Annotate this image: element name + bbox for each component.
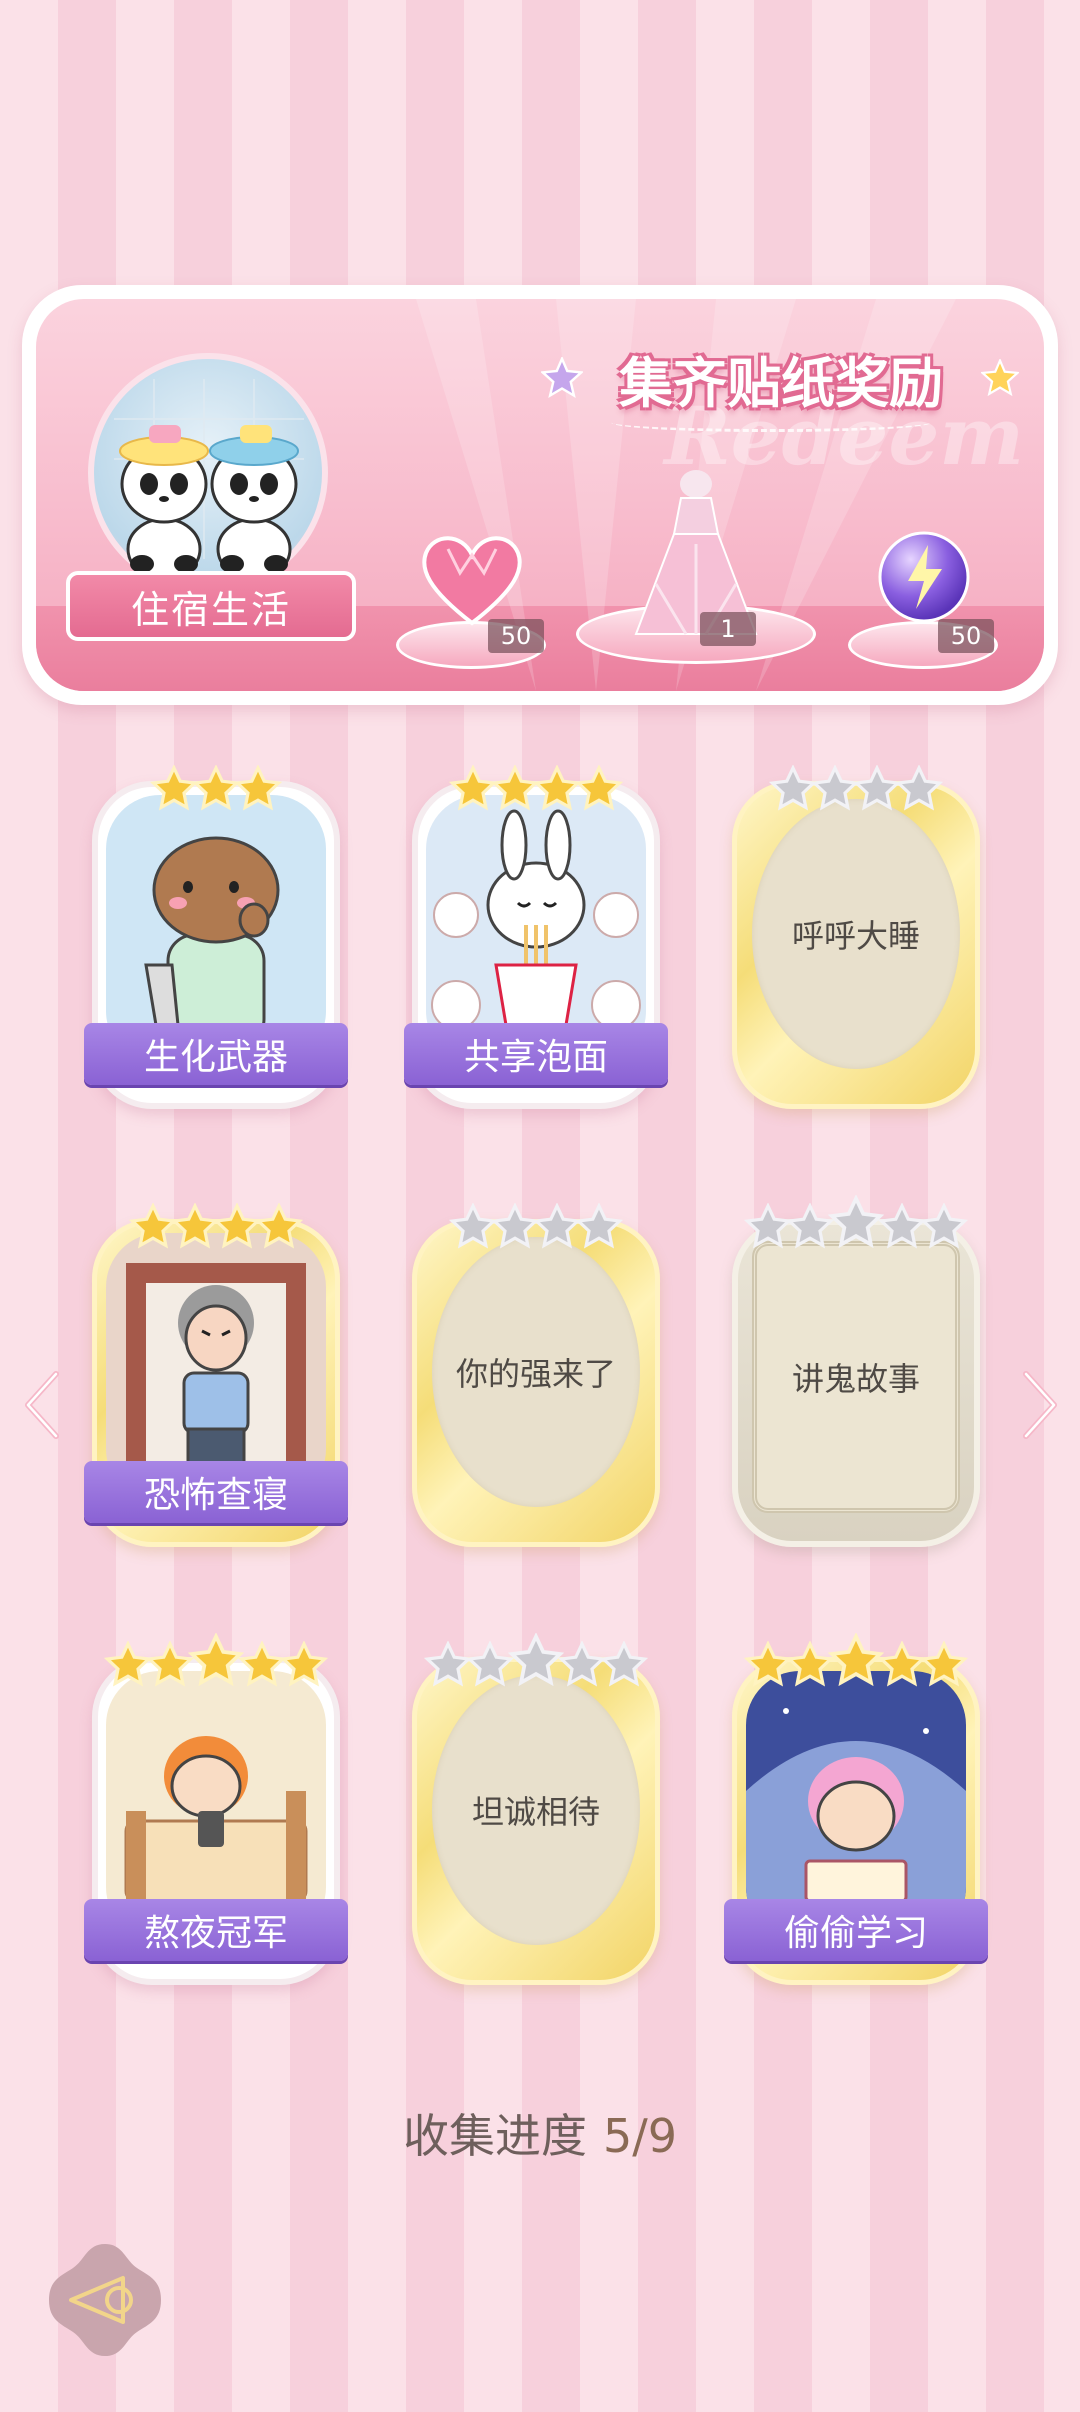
reward-count: 1 [700, 612, 756, 646]
purple-star-icon [541, 357, 583, 399]
star-rating [92, 1187, 340, 1251]
star-rating [732, 749, 980, 813]
back-button-icon[interactable] [45, 2240, 165, 2360]
sticker-name-label: 讲鬼故事 [791, 1360, 920, 1398]
sticker-card[interactable]: 呼呼大睡 [732, 755, 980, 1109]
star-icon [920, 1203, 968, 1249]
locked-sticker-slot: 你的强来了 [432, 1237, 640, 1507]
star-icon [449, 765, 497, 811]
sticker-name-label: 熬夜冠军 [84, 1899, 348, 1961]
star-icon [508, 1633, 564, 1687]
star-icon [744, 1203, 792, 1249]
locked-sticker-slot: 呼呼大睡 [752, 799, 960, 1069]
star-icon [255, 1203, 303, 1249]
star-icon [558, 1641, 606, 1687]
theme-badge: 住宿生活 [66, 353, 356, 643]
reward-item-energy-orb[interactable]: 50 [848, 529, 998, 669]
star-rating [92, 1625, 340, 1689]
star-icon [878, 1641, 926, 1687]
collection-progress: 收集进度 5/9 [0, 2100, 1080, 2166]
star-icon [920, 1641, 968, 1687]
sticker-card[interactable]: 生化武器 [84, 755, 348, 1109]
star-icon [280, 1641, 328, 1687]
sticker-card[interactable]: 恐怖查寝 [84, 1193, 348, 1547]
star-rating [412, 749, 660, 813]
sticker-card[interactable]: 偷偷学习 [724, 1631, 988, 1985]
sticker-card[interactable]: 共享泡面 [404, 755, 668, 1109]
progress-label: 收集进度 [402, 2109, 587, 2163]
theme-label: 住宿生活 [130, 587, 291, 632]
reward-banner-inner: Redeem 集齐贴纸奖励 住宿生活 50 1 50 [36, 299, 1044, 691]
sticker-name-label: 呼呼大睡 [791, 917, 920, 955]
star-icon [744, 1641, 792, 1687]
star-icon [769, 765, 817, 811]
star-icon [533, 765, 581, 811]
sticker-name-label: 偷偷学习 [724, 1899, 988, 1961]
star-icon [895, 765, 943, 811]
progress-value: 5/9 [602, 2109, 678, 2163]
reward-item-heart-gem[interactable]: 50 [396, 529, 546, 669]
star-rating [732, 1187, 980, 1251]
star-rating [412, 1625, 660, 1689]
prev-page-arrow-icon[interactable] [22, 1370, 62, 1440]
locked-sticker-slot: 坦诚相待 [432, 1675, 640, 1945]
star-icon [575, 1203, 623, 1249]
pandas-bath-art [88, 353, 328, 593]
sticker-name-label: 你的强来了 [455, 1355, 616, 1393]
yellow-star-icon [981, 359, 1019, 397]
star-rating [92, 749, 340, 813]
star-icon [786, 1641, 834, 1687]
star-icon [853, 765, 901, 811]
sticker-card[interactable]: 熬夜冠军 [84, 1631, 348, 1985]
star-icon [811, 765, 859, 811]
star-icon [575, 765, 623, 811]
star-icon [878, 1203, 926, 1249]
sticker-name-label: 恐怖查寝 [84, 1461, 348, 1523]
star-icon [188, 1633, 244, 1687]
reward-item-dress[interactable]: 1 [576, 464, 816, 664]
sticker-card[interactable]: 你的强来了 [412, 1193, 660, 1547]
star-rating [732, 1625, 980, 1689]
star-icon [234, 765, 282, 811]
sticker-name-label: 生化武器 [84, 1023, 348, 1085]
reward-count: 50 [938, 619, 994, 653]
star-icon [104, 1641, 152, 1687]
star-icon [449, 1203, 497, 1249]
star-icon [491, 765, 539, 811]
locked-sticker-slot: 讲鬼故事 [752, 1241, 960, 1513]
star-icon [171, 1203, 219, 1249]
star-icon [466, 1641, 514, 1687]
star-icon [192, 765, 240, 811]
theme-ribbon: 住宿生活 [66, 571, 356, 641]
star-icon [146, 1641, 194, 1687]
reward-title-area: 集齐贴纸奖励 [541, 339, 1031, 432]
star-icon [533, 1203, 581, 1249]
reward-banner: Redeem 集齐贴纸奖励 住宿生活 50 1 50 [22, 285, 1058, 705]
title-underline [611, 413, 931, 432]
star-icon [491, 1203, 539, 1249]
star-icon [238, 1641, 286, 1687]
star-icon [424, 1641, 472, 1687]
star-icon [786, 1203, 834, 1249]
pandas-icon [114, 379, 304, 581]
purple-energy-orb-icon [878, 531, 970, 623]
sticker-card[interactable]: 讲鬼故事 [732, 1193, 980, 1547]
reward-count: 50 [488, 619, 544, 653]
star-icon [828, 1633, 884, 1687]
star-icon [150, 765, 198, 811]
star-rating [412, 1187, 660, 1251]
sticker-name-label: 坦诚相待 [471, 1793, 600, 1831]
star-icon [213, 1203, 261, 1249]
star-icon [129, 1203, 177, 1249]
sticker-card[interactable]: 坦诚相待 [412, 1631, 660, 1985]
pink-heart-gem-icon [422, 536, 522, 626]
next-page-arrow-icon[interactable] [1020, 1370, 1060, 1440]
reward-title: 集齐贴纸奖励 [619, 351, 943, 415]
sticker-name-label: 共享泡面 [404, 1023, 668, 1085]
star-icon [600, 1641, 648, 1687]
star-icon [828, 1195, 884, 1249]
